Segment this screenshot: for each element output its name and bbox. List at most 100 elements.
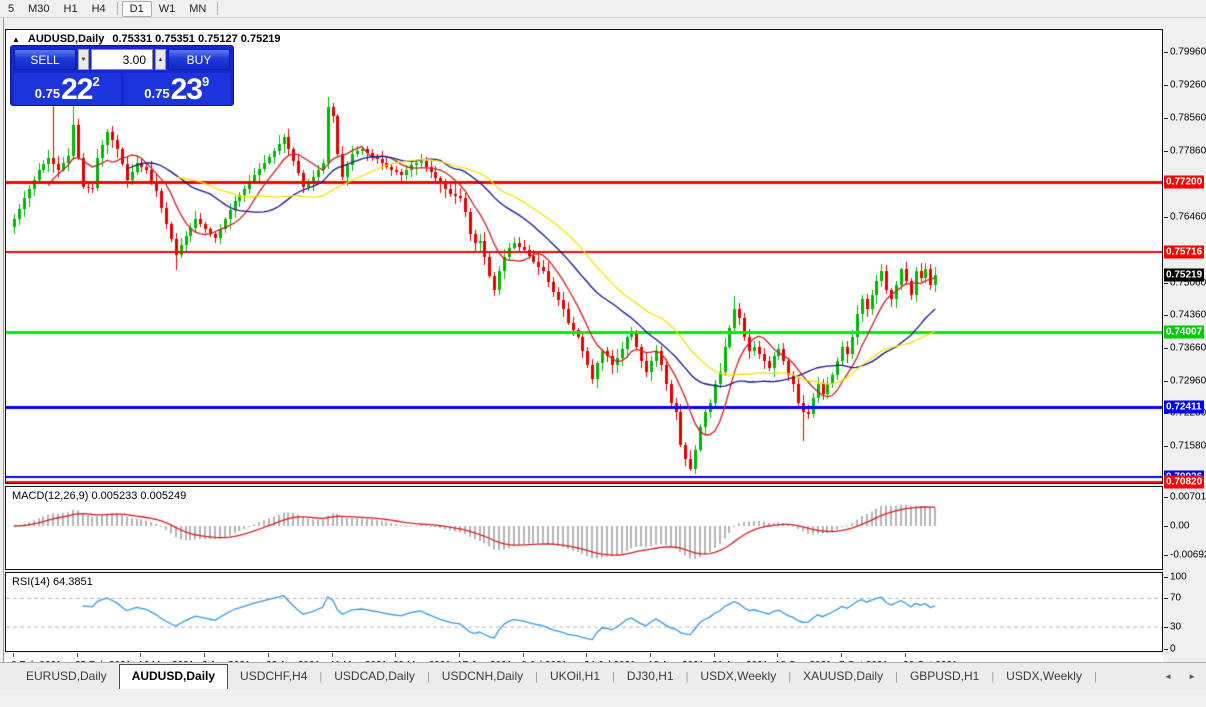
sell-price-sup: 2	[92, 74, 100, 89]
buy-price-sup: 9	[201, 74, 210, 89]
buy-price-box[interactable]: 0.75 23 9	[123, 73, 230, 106]
macd-tick-mark	[1164, 526, 1168, 527]
chart-ohlc-values: 0.75331 0.75351 0.75127 0.75219	[112, 33, 281, 45]
tab-dj30-h1[interactable]: DJ30,H1	[615, 665, 686, 689]
timeframe-button-w1[interactable]: W1	[152, 1, 183, 17]
tab-gbpusd-h1[interactable]: GBPUSD,H1	[898, 665, 991, 689]
date-tick-mark	[905, 653, 906, 657]
rsi-canvas[interactable]	[6, 573, 1162, 651]
timeframe-button-h4[interactable]: H4	[85, 1, 113, 17]
volume-input[interactable]	[91, 49, 153, 70]
date-tick-mark	[650, 653, 651, 657]
buy-button[interactable]: BUY	[168, 49, 230, 70]
chart-tab-bar: EURUSD,Daily AUDUSD,Daily USDCHF,H4 | USDCAD…	[0, 662, 1206, 689]
price-tick-label: 0.72960	[1170, 375, 1206, 387]
tab-usdcnh-daily[interactable]: USDCNH,Daily	[430, 665, 535, 689]
timeframe-button-5[interactable]: 5	[1, 1, 21, 17]
sell-price-box[interactable]: 0.75 22 2	[14, 73, 121, 105]
tab-usdx-weekly[interactable]: USDX,Weekly	[688, 665, 788, 689]
price-tick-mark	[1164, 117, 1168, 119]
trade-panel-controls: SELL ▼ ▲ BUY	[14, 49, 230, 70]
window-splitter[interactable]	[3, 18, 4, 680]
date-tick-mark	[13, 653, 14, 657]
scroll-tabs-left-icon[interactable]: ◄	[1164, 672, 1172, 681]
date-tick-mark	[268, 653, 269, 657]
price-tick-label: 0.71580	[1170, 440, 1206, 452]
rsi-tick-label: 30	[1170, 621, 1182, 633]
tab-xauusd-daily[interactable]: XAUUSD,Daily	[791, 665, 895, 689]
tab-eurusd-daily[interactable]: EURUSD,Daily	[14, 665, 119, 689]
rsi-tick-label: 0	[1170, 643, 1176, 654]
date-tick-mark	[204, 653, 205, 657]
price-tick-label: 0.77860	[1170, 145, 1206, 157]
price-tick-mark	[1164, 282, 1168, 284]
chart-symbol-label: AUDUSD,Daily	[27, 33, 105, 45]
date-tick-mark	[523, 653, 524, 657]
price-tick-label: 0.74360	[1170, 309, 1206, 321]
macd-panel: MACD(12,26,9) 0.005233 0.005249	[5, 486, 1163, 570]
rsi-panel: RSI(14) 64.3851	[5, 572, 1163, 652]
timeframe-button-d1[interactable]: D1	[121, 0, 152, 17]
price-badge-0.70820: 0.70820	[1164, 475, 1205, 489]
main-chart-panel: ▲ AUDUSD,Daily 0.75331 0.75351 0.75127 0…	[5, 29, 1163, 484]
timeframe-button-h1[interactable]: H1	[57, 1, 85, 17]
rsi-tick-label: 70	[1170, 592, 1182, 604]
tab-scroll-arrows: ◄ ►	[1164, 672, 1196, 681]
sell-price-prefix: 0.75	[34, 86, 61, 101]
trade-panel-prices: 0.75 22 2 0.75 23 9	[14, 73, 230, 105]
macd-tick-mark	[1164, 496, 1168, 498]
price-axis[interactable]: 0.79960 0.79260 0.78560 0.77860 0.76460 0.750…	[1164, 29, 1206, 677]
price-tick-label: 0.73660	[1170, 342, 1206, 354]
price-tick-label: 0.76460	[1170, 211, 1206, 223]
price-tick-label: 0.79260	[1170, 79, 1206, 91]
date-tick-mark	[332, 653, 333, 657]
toolbar-separator	[116, 2, 118, 15]
buy-price-big: 23	[170, 73, 203, 106]
macd-tick-label: -0.00692	[1170, 549, 1206, 561]
timeframe-button-m30[interactable]: M30	[21, 1, 56, 17]
date-tick-mark	[140, 653, 141, 657]
date-tick-mark	[395, 653, 396, 657]
date-tick-mark	[77, 653, 78, 657]
price-tick-mark	[1164, 150, 1168, 152]
tab-usdcad-daily[interactable]: USDCAD,Daily	[322, 665, 427, 689]
macd-tick-mark	[1164, 554, 1168, 556]
rsi-tick-mark	[1164, 598, 1168, 600]
rsi-tick-label: 100	[1170, 571, 1187, 583]
price-badge-0.75716: 0.75716	[1164, 245, 1205, 259]
tab-separator: |	[1093, 671, 1097, 683]
volume-increase-button[interactable]: ▲	[155, 49, 166, 70]
one-click-trade-panel: SELL ▼ ▲ BUY 0.75 22 2 0.75 23 9	[10, 45, 234, 106]
timeframe-toolbar: 5 M30 H1 H4 D1 W1 MN	[0, 0, 1206, 18]
macd-tick-label: 0.007015	[1170, 491, 1206, 503]
tab-ukoil-h1[interactable]: UKOil,H1	[538, 665, 612, 689]
price-tick-mark	[1164, 52, 1168, 53]
volume-decrease-button[interactable]: ▼	[78, 49, 89, 70]
price-badge-0.77200: 0.77200	[1164, 175, 1205, 189]
scroll-tabs-right-icon[interactable]: ►	[1188, 672, 1196, 681]
rsi-tick-mark	[1164, 627, 1168, 629]
date-tick-mark	[841, 653, 842, 657]
price-badge-0.75219: 0.75219	[1164, 268, 1205, 282]
rsi-tick-mark	[1164, 648, 1168, 650]
collapse-arrow-icon[interactable]: ▲	[12, 35, 20, 44]
price-tick-mark	[1164, 446, 1168, 448]
tab-usdx-weekly[interactable]: USDX,Weekly	[994, 665, 1094, 689]
timeframe-button-mn[interactable]: MN	[182, 1, 213, 17]
chart-title: ▲ AUDUSD,Daily 0.75331 0.75351 0.75127 0…	[12, 33, 281, 45]
buy-price-prefix: 0.75	[144, 86, 170, 101]
tab-usdchf-h4[interactable]: USDCHF,H4	[228, 665, 319, 689]
rsi-label: RSI(14) 64.3851	[12, 576, 93, 588]
sell-button[interactable]: SELL	[14, 49, 76, 70]
date-tick-mark	[586, 653, 587, 657]
rsi-tick-mark	[1164, 577, 1168, 578]
price-badge-0.72411: 0.72411	[1164, 400, 1204, 414]
price-badge-0.74007: 0.74007	[1164, 325, 1205, 339]
price-tick-mark	[1164, 216, 1168, 218]
tab-audusd-daily[interactable]: AUDUSD,Daily	[118, 664, 229, 689]
macd-tick-label: 0.00	[1170, 520, 1190, 532]
price-tick-mark	[1164, 84, 1168, 86]
terminal-window: 5 M30 H1 H4 D1 W1 MN ▲ AUDUSD,Daily 0.75331 0.…	[0, 0, 1206, 707]
date-tick-mark	[459, 653, 460, 657]
tabs-container: EURUSD,Daily AUDUSD,Daily USDCHF,H4 | USDCAD…	[14, 664, 1097, 689]
